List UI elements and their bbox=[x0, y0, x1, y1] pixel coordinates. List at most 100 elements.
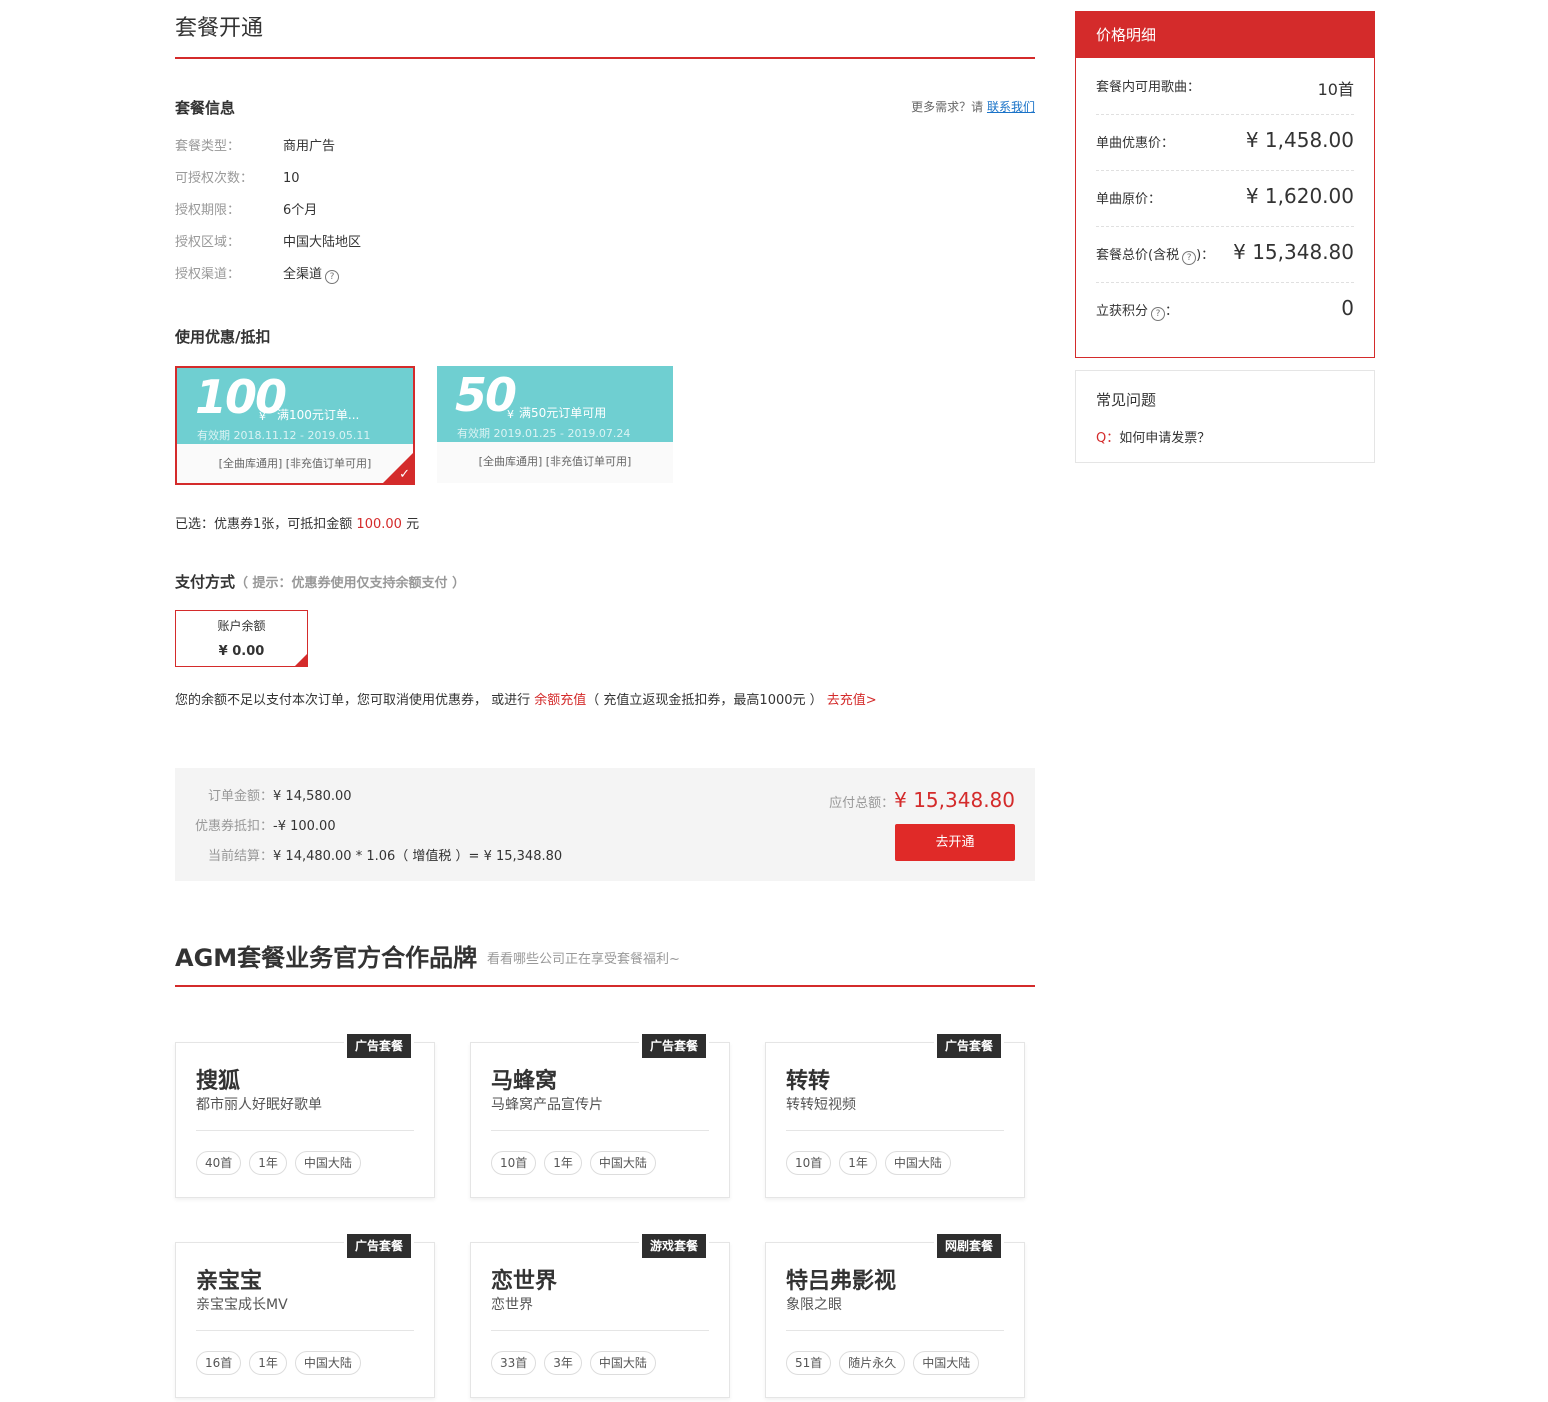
brand-name: 马蜂窝 bbox=[491, 1069, 558, 1094]
chip: 中国大陆 bbox=[589, 1151, 656, 1175]
price-detail-title: 价格明细 bbox=[1076, 12, 1374, 58]
balance-note-text: 您的余额不足以支付本次订单，您可取消使用优惠券， 或进行 bbox=[175, 693, 531, 708]
price-detail-panel: 价格明细 套餐内可用歌曲： 10首 单曲优惠价： ¥ 1,458.00 单曲原价… bbox=[1075, 11, 1375, 358]
faq-title: 常见问题 bbox=[1096, 391, 1157, 409]
payment-method-balance[interactable]: 账户余额 ¥ 0.00 bbox=[175, 610, 308, 667]
info-label: 授权渠道： bbox=[175, 267, 241, 282]
coupon-face: 100 ¥ 满100元订单... 有效期 2018.11.12 - 2019.0… bbox=[177, 368, 413, 444]
coupon-condition: 满50元订单可用 bbox=[519, 406, 607, 420]
question-circle-icon[interactable]: ? bbox=[325, 270, 340, 284]
price-row-total: 套餐总价(含税?)： ¥ 15,348.80 bbox=[1096, 226, 1354, 283]
brands-divider bbox=[175, 985, 1035, 987]
selected-amount: 100.00 bbox=[356, 517, 402, 532]
coupon-card-100[interactable]: 100 ¥ 满100元订单... 有效期 2018.11.12 - 2019.0… bbox=[175, 366, 415, 485]
coupon-amount: 100 bbox=[195, 370, 287, 424]
payment-title: 支付方式 bbox=[175, 573, 236, 591]
selected-corner bbox=[295, 654, 307, 666]
points-label-text: 立获积分 bbox=[1096, 304, 1149, 319]
info-label: 可授权次数： bbox=[175, 171, 254, 186]
card-divider bbox=[491, 1130, 709, 1131]
brand-name: 特吕弗影视 bbox=[786, 1269, 897, 1294]
brands-title: AGM套餐业务官方合作品牌 bbox=[175, 944, 478, 972]
main-content: 套餐开通 套餐信息 更多需求？请 联系我们 套餐类型： 商用广告 可授权次数： … bbox=[175, 0, 1035, 1402]
contact-us-link[interactable]: 联系我们 bbox=[987, 100, 1035, 114]
selected-coupon-note: 已选：优惠券1张，可抵扣金额 100.00 元 bbox=[175, 513, 419, 532]
info-value: 10 bbox=[283, 171, 300, 186]
chip: 40首 bbox=[196, 1151, 242, 1175]
recharge-link[interactable]: 余额充值 bbox=[534, 693, 586, 708]
chip: 3年 bbox=[544, 1351, 582, 1375]
brand-desc: 都市丽人好眠好歌单 bbox=[196, 1097, 322, 1113]
brand-card[interactable]: 广告套餐 马蜂窝 马蜂窝产品宣传片 10首 1年 中国大陆 bbox=[470, 1031, 730, 1198]
order-summary: 订单金额：¥ 14,580.00 优惠券抵扣：-¥ 100.00 当前结算：¥ … bbox=[175, 768, 1035, 881]
chip: 10首 bbox=[491, 1151, 537, 1175]
package-tag: 广告套餐 bbox=[638, 1031, 709, 1061]
brand-name: 恋世界 bbox=[491, 1269, 558, 1294]
total-label-suffix: )： bbox=[1196, 248, 1215, 263]
faq-question-invoice[interactable]: Q：如何申请发票？ bbox=[1096, 427, 1210, 446]
order-amount-value: ¥ 14,580.00 bbox=[273, 789, 352, 804]
payment-method-balance-value: ¥ 0.00 bbox=[218, 644, 265, 659]
brand-card[interactable]: 广告套餐 亲宝宝 亲宝宝成长MV 16首 1年 中国大陆 bbox=[175, 1231, 435, 1398]
brand-chips: 10首 1年 中国大陆 bbox=[491, 1151, 656, 1175]
settlement-row: 当前结算：¥ 14,480.00 * 1.06（ 增值税 ）= ¥ 15,348… bbox=[208, 845, 562, 864]
price-value: 0 bbox=[1341, 296, 1354, 320]
chip: 10首 bbox=[786, 1151, 832, 1175]
price-label: 单曲原价： bbox=[1096, 192, 1162, 207]
faq-question-text: 如何申请发票？ bbox=[1119, 431, 1211, 446]
brand-name: 搜狐 bbox=[196, 1069, 241, 1094]
chip: 51首 bbox=[786, 1351, 832, 1375]
payment-section-title: 支付方式（ 提示：优惠券使用仅支持余额支付 ） bbox=[175, 571, 465, 592]
brand-desc: 恋世界 bbox=[491, 1297, 533, 1313]
chip: 33首 bbox=[491, 1351, 537, 1375]
coupon-deduction-value: -¥ 100.00 bbox=[273, 819, 336, 834]
card-divider bbox=[196, 1330, 414, 1331]
chip: 1年 bbox=[839, 1151, 877, 1175]
brand-chips: 51首 随片永久 中国大陆 bbox=[786, 1351, 980, 1375]
brand-desc: 亲宝宝成长MV bbox=[196, 1297, 288, 1313]
brand-name: 转转 bbox=[786, 1069, 831, 1094]
brand-name: 亲宝宝 bbox=[196, 1269, 263, 1294]
page-title: 套餐开通 bbox=[175, 16, 264, 41]
brand-card[interactable]: 广告套餐 搜狐 都市丽人好眠好歌单 40首 1年 中国大陆 bbox=[175, 1031, 435, 1198]
package-tag: 网剧套餐 bbox=[933, 1231, 1004, 1261]
package-tag: 广告套餐 bbox=[343, 1031, 414, 1061]
brand-chips: 40首 1年 中国大陆 bbox=[196, 1151, 361, 1175]
card-divider bbox=[786, 1330, 1004, 1331]
total-due-value: ¥ 15,348.80 bbox=[894, 788, 1015, 812]
coupon-amount: 50 bbox=[455, 368, 517, 422]
channel-value: 全渠道 bbox=[283, 267, 323, 282]
chip: 中国大陆 bbox=[294, 1151, 361, 1175]
question-circle-icon[interactable]: ? bbox=[1182, 251, 1197, 265]
coupon-deduction-row: 优惠券抵扣：-¥ 100.00 bbox=[195, 815, 336, 834]
submit-button[interactable]: 去开通 bbox=[895, 824, 1015, 861]
faq-q-prefix: Q： bbox=[1096, 431, 1120, 446]
chip: 中国大陆 bbox=[884, 1151, 951, 1175]
order-amount-row: 订单金额：¥ 14,580.00 bbox=[208, 785, 352, 804]
total-due: 应付总额：¥ 15,348.80 bbox=[829, 788, 1015, 812]
price-row-points: 立获积分?： 0 bbox=[1096, 282, 1354, 338]
brand-card[interactable]: 游戏套餐 恋世界 恋世界 33首 3年 中国大陆 bbox=[470, 1231, 730, 1398]
price-label: 套餐总价(含税?)： bbox=[1096, 244, 1214, 265]
go-recharge-link[interactable]: 去充值> bbox=[827, 693, 877, 708]
price-label: 单曲优惠价： bbox=[1096, 136, 1175, 151]
chip: 中国大陆 bbox=[589, 1351, 656, 1375]
brand-card[interactable]: 网剧套餐 特吕弗影视 象限之眼 51首 随片永久 中国大陆 bbox=[765, 1231, 1025, 1398]
coupon-deduction-label: 优惠券抵扣： bbox=[195, 819, 274, 834]
brand-card[interactable]: 广告套餐 转转 转转短视频 10首 1年 中国大陆 bbox=[765, 1031, 1025, 1198]
price-value: ¥ 1,620.00 bbox=[1245, 184, 1354, 208]
total-label-text: 套餐总价(含税 bbox=[1096, 248, 1180, 263]
brand-chips: 33首 3年 中国大陆 bbox=[491, 1351, 656, 1375]
coupon-card-50[interactable]: 50 ¥ 满50元订单可用 有效期 2019.01.25 - 2019.07.2… bbox=[437, 366, 673, 483]
card-divider bbox=[786, 1130, 1004, 1131]
price-value: 10首 bbox=[1317, 80, 1354, 99]
question-circle-icon[interactable]: ? bbox=[1151, 307, 1166, 321]
price-value: ¥ 15,348.80 bbox=[1233, 240, 1354, 264]
info-value: 商用广告 bbox=[283, 139, 336, 154]
price-row-original: 单曲原价： ¥ 1,620.00 bbox=[1096, 170, 1354, 227]
info-value: 6个月 bbox=[283, 203, 318, 218]
coupon-validity: 有效期 2019.01.25 - 2019.07.24 bbox=[457, 427, 631, 440]
total-due-label: 应付总额： bbox=[829, 796, 895, 811]
chip: 中国大陆 bbox=[913, 1351, 980, 1375]
chip: 1年 bbox=[544, 1151, 582, 1175]
